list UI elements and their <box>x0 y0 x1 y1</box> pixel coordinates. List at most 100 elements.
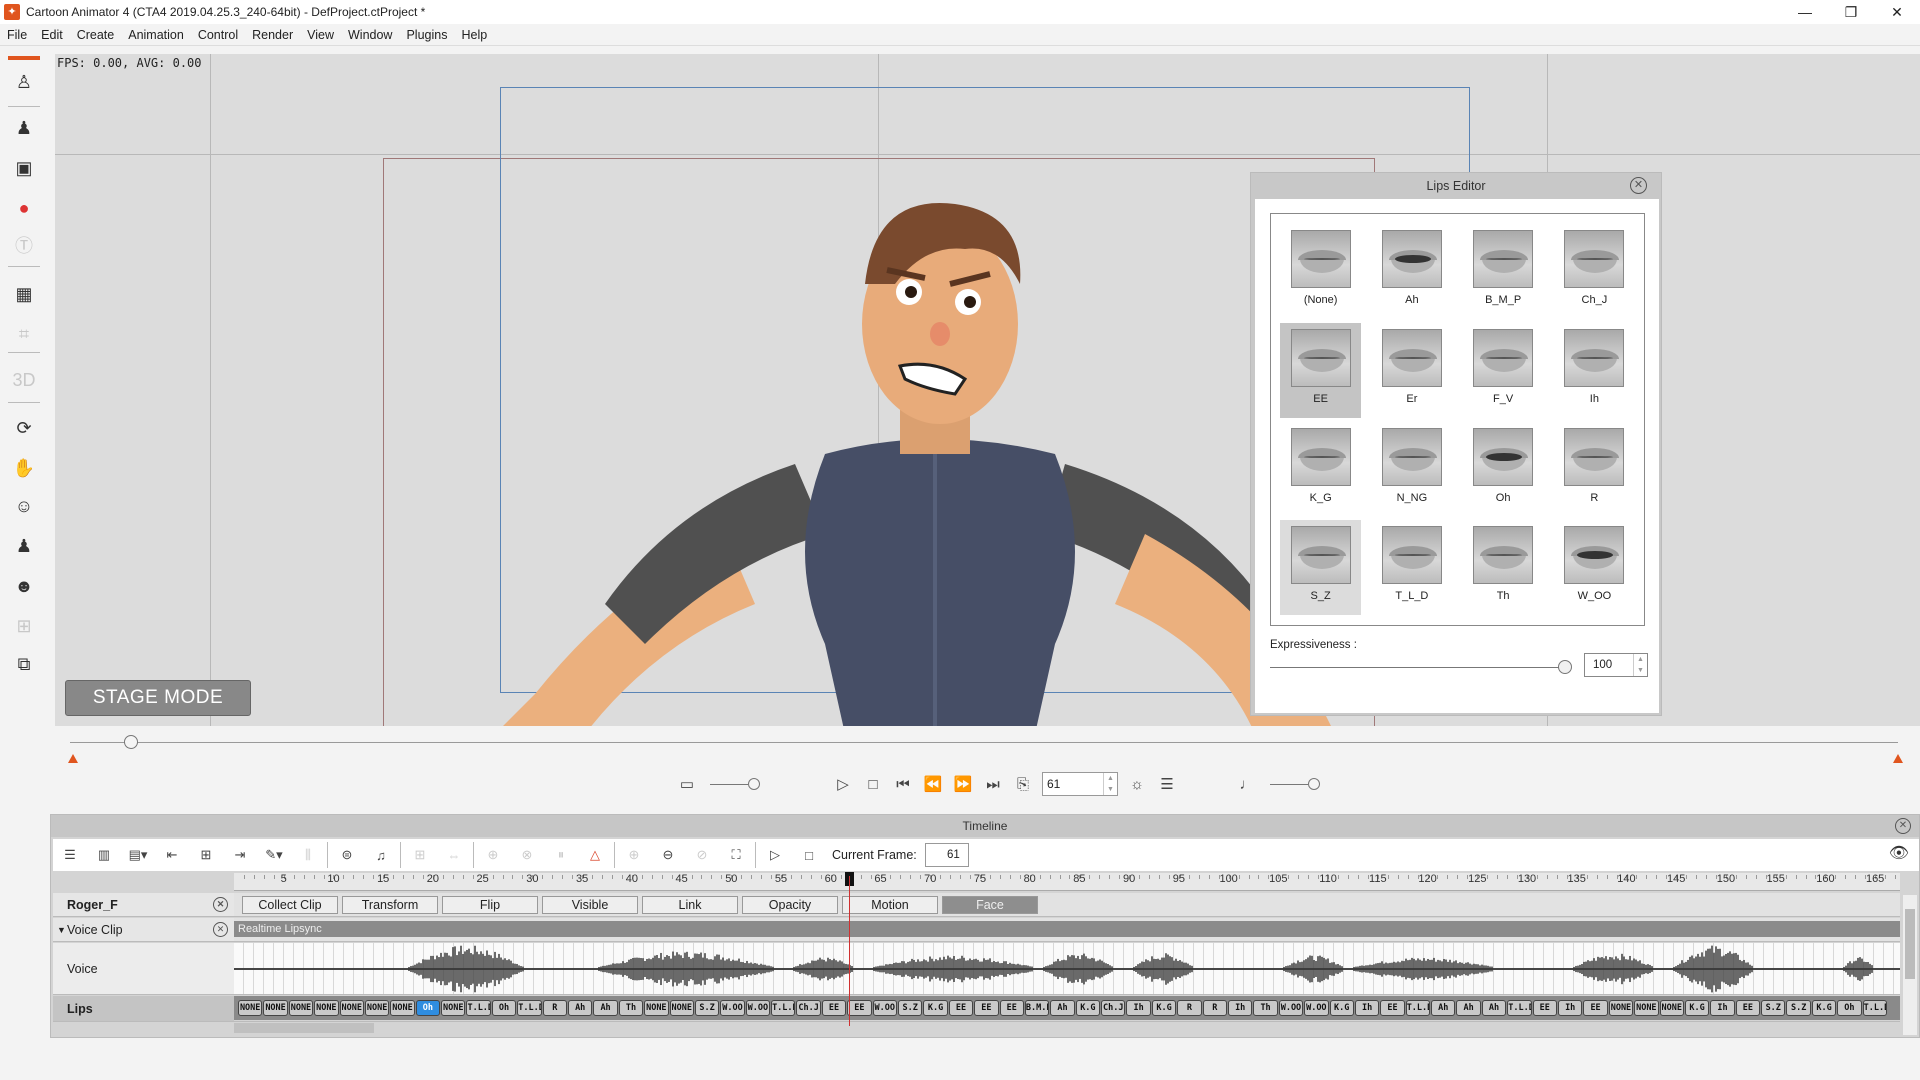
timeline-close-button[interactable]: ✕ <box>1895 818 1911 834</box>
lips-key[interactable]: Ah <box>568 1000 593 1016</box>
lips-editor-close-button[interactable]: ✕ <box>1630 177 1647 194</box>
lips-key[interactable]: Ih <box>1710 1000 1735 1016</box>
lips-key[interactable]: Ih <box>1354 1000 1380 1016</box>
lips-key[interactable]: EE <box>999 1000 1024 1016</box>
lips-key[interactable]: NONE <box>669 1000 694 1016</box>
edit-icon[interactable]: ✎▾ <box>257 847 291 863</box>
lips-key[interactable]: Ih <box>1126 1000 1151 1016</box>
channel-link-button[interactable]: Link <box>642 896 738 914</box>
lips-key[interactable]: NONE <box>288 1000 314 1016</box>
lips-key[interactable]: K.G <box>1811 1000 1837 1016</box>
lips-key[interactable]: Ih <box>1228 1000 1253 1016</box>
viseme-ch-j[interactable]: Ch_J <box>1554 224 1635 319</box>
subtitle-volume-slider[interactable] <box>710 778 760 790</box>
prev-key-button[interactable]: ⏪ <box>918 775 948 793</box>
lips-key[interactable]: Th <box>618 1000 644 1016</box>
lips-key[interactable]: NONE <box>390 1000 415 1016</box>
lips-key[interactable]: W.OO <box>720 1000 745 1016</box>
range-start-marker[interactable] <box>68 754 78 763</box>
render-settings-icon[interactable]: ☼ <box>1122 776 1152 793</box>
viseme-f-v[interactable]: F_V <box>1463 323 1544 418</box>
lips-key[interactable]: R <box>542 1000 567 1016</box>
viseme-ih[interactable]: Ih <box>1554 323 1635 418</box>
lips-key[interactable]: T.L.D <box>466 1000 491 1016</box>
insert-icon[interactable]: ⊞ <box>189 847 223 863</box>
motion-key-icon[interactable]: ♟ <box>12 534 36 558</box>
lips-key[interactable]: T.L.D <box>1862 1000 1887 1016</box>
viseme-ee[interactable]: EE <box>1280 322 1362 418</box>
lips-key[interactable]: W.OO <box>745 1000 771 1016</box>
remove-actor-track-button[interactable]: ✕ <box>213 897 228 912</box>
viseme-none[interactable]: (None) <box>1280 224 1361 319</box>
lips-key[interactable]: EE <box>821 1000 847 1016</box>
viseme-s-z[interactable]: S_Z <box>1280 520 1362 615</box>
channel-opacity-button[interactable]: Opacity <box>742 896 838 914</box>
fit-view-icon[interactable]: ⛶ <box>719 847 753 863</box>
scroll-thumb[interactable] <box>1905 909 1915 979</box>
viseme-oh[interactable]: Oh <box>1463 422 1544 517</box>
lips-key[interactable]: S.Z <box>1761 1000 1786 1016</box>
timeline-horizontal-scrollbar[interactable] <box>234 1023 374 1033</box>
track-options-icon[interactable]: ▤▾ <box>121 847 155 863</box>
lips-key[interactable]: Th <box>1253 1000 1278 1016</box>
timeline-toggle-icon[interactable]: ☰ <box>1152 775 1182 793</box>
lips-key[interactable]: K.G <box>1151 1000 1177 1016</box>
viseme-th[interactable]: Th <box>1463 520 1544 615</box>
scrub-bar[interactable] <box>70 742 1898 743</box>
channel-visible-button[interactable]: Visible <box>542 896 638 914</box>
lips-key[interactable]: EE <box>948 1000 974 1016</box>
menu-render[interactable]: Render <box>245 28 300 42</box>
menu-create[interactable]: Create <box>70 28 122 42</box>
lips-key[interactable]: NONE <box>339 1000 364 1016</box>
audio-record-icon[interactable]: ● <box>12 196 36 220</box>
viseme-t-l-d[interactable]: T_L_D <box>1371 520 1452 615</box>
viseme-n-ng[interactable]: N_NG <box>1371 422 1452 517</box>
select-all-icon[interactable]: ▥ <box>87 847 121 863</box>
visibility-eye-icon[interactable]: 👁 <box>1889 843 1909 863</box>
lips-key[interactable]: NONE <box>238 1000 263 1016</box>
menu-animation[interactable]: Animation <box>121 28 191 42</box>
timeline-ruler[interactable]: 5 10 15 20 25 30 35 40 45 50 55 60 65 70 75 80 85 90 95 100… <box>234 873 1900 891</box>
lips-key[interactable]: T.L.D <box>1405 1000 1431 1016</box>
viseme-ah[interactable]: Ah <box>1371 224 1452 319</box>
lips-key[interactable]: EE <box>974 1000 999 1016</box>
menu-plugins[interactable]: Plugins <box>399 28 454 42</box>
viseme-r[interactable]: R <box>1554 422 1635 517</box>
collapse-arrow-icon[interactable]: ▼ <box>57 925 66 935</box>
menu-edit[interactable]: Edit <box>34 28 70 42</box>
close-button[interactable]: ✕ <box>1874 0 1920 24</box>
lips-key[interactable]: NONE <box>441 1000 466 1016</box>
viseme-k-g[interactable]: K_G <box>1280 422 1361 517</box>
actor-settings-icon[interactable]: ♙ <box>12 70 36 94</box>
lips-key[interactable]: Ah <box>1481 1000 1507 1016</box>
audio-script-icon[interactable]: ♫ <box>364 848 398 863</box>
expressiveness-input[interactable]: 100 ▲ ▼ <box>1584 653 1648 677</box>
lips-key[interactable]: Ah <box>1431 1000 1456 1016</box>
lips-key[interactable]: NONE <box>263 1000 288 1016</box>
lips-key[interactable]: EE <box>1735 1000 1761 1016</box>
loop-button[interactable]: ⎘ <box>1008 776 1038 793</box>
lips-key[interactable]: K.G <box>1075 1000 1101 1016</box>
flip-rotate-icon[interactable]: ⟳ <box>12 416 36 440</box>
current-frame-input[interactable]: 61 <box>924 843 969 867</box>
move-right-icon[interactable]: ⇥ <box>223 847 257 863</box>
expressiveness-spinner[interactable]: ▲ ▼ <box>1633 654 1647 676</box>
media-scene-icon[interactable]: ▣ <box>12 156 36 180</box>
stage-mode-button[interactable]: STAGE MODE <box>65 680 251 716</box>
lips-key[interactable]: W.OO <box>1278 1000 1304 1016</box>
lips-key[interactable]: Oh <box>1837 1000 1862 1016</box>
channel-collect-clip-button[interactable]: Collect Clip <box>242 896 338 914</box>
lips-key[interactable]: R <box>1202 1000 1227 1016</box>
minimize-button[interactable]: — <box>1782 0 1828 24</box>
channel-transform-button[interactable]: Transform <box>342 896 438 914</box>
menu-help[interactable]: Help <box>454 28 494 42</box>
lips-key[interactable]: B.M.P <box>1024 1000 1050 1016</box>
face-key-icon[interactable]: ☻ <box>12 574 36 598</box>
move-left-icon[interactable]: ⇤ <box>155 847 189 863</box>
track-list-icon[interactable]: ☰ <box>53 847 87 863</box>
lips-key[interactable]: EE <box>1583 1000 1608 1016</box>
reset-key-icon[interactable]: △ <box>578 847 612 863</box>
menu-window[interactable]: Window <box>341 28 399 42</box>
face-puppet-icon[interactable]: ☺ <box>12 494 36 518</box>
next-key-button[interactable]: ⏩ <box>948 775 978 793</box>
